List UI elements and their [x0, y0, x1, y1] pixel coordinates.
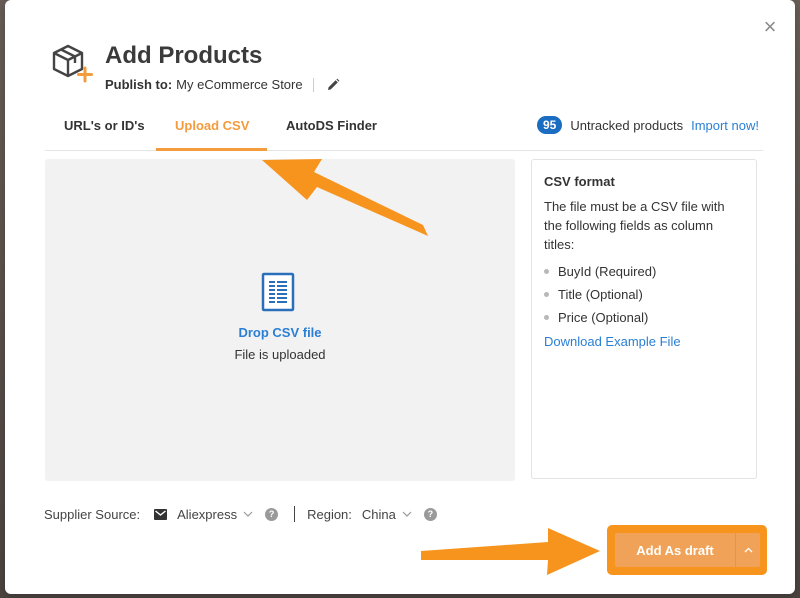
active-tab-indicator	[156, 148, 267, 151]
add-as-draft-group: Add As draft	[609, 527, 765, 573]
supplier-footer: Supplier Source: Aliexpress ? Region: Ch…	[44, 506, 437, 522]
csv-drop-zone[interactable]: Drop CSV file File is uploaded	[45, 159, 515, 481]
close-icon[interactable]: ×	[759, 16, 781, 38]
tab-autods-finder[interactable]: AutoDS Finder	[286, 118, 377, 133]
list-item: Title (Optional)	[544, 283, 744, 306]
tab-urls-or-ids[interactable]: URL's or ID's	[64, 118, 145, 133]
download-example-link[interactable]: Download Example File	[544, 334, 744, 349]
divider	[312, 77, 314, 92]
divider	[294, 506, 296, 522]
help-icon[interactable]: ?	[423, 507, 437, 521]
chevron-down-icon	[243, 511, 253, 517]
pencil-icon[interactable]	[326, 78, 340, 92]
bullet-icon	[544, 292, 549, 297]
list-item: Price (Optional)	[544, 306, 744, 329]
chevron-up-icon[interactable]	[736, 533, 760, 567]
untracked-count-badge: 95	[536, 116, 563, 134]
supplier-label: Supplier Source:	[44, 506, 141, 522]
untracked-products: 95 Untracked products Import now!	[536, 116, 759, 134]
add-as-draft-button[interactable]: Add As draft	[615, 533, 735, 567]
publish-to: Publish to: My eCommerce Store	[105, 77, 340, 92]
upload-status: File is uploaded	[234, 347, 326, 362]
publish-label: Publish to:	[105, 77, 173, 92]
csv-file-icon	[261, 272, 295, 312]
page-title: Add Products	[105, 42, 263, 69]
field-label: Price (Optional)	[558, 310, 649, 325]
field-label: Title (Optional)	[558, 287, 643, 302]
mail-icon	[154, 508, 168, 520]
box-plus-icon	[52, 44, 93, 83]
chevron-down-icon	[402, 511, 412, 517]
supplier-dropdown[interactable]: Aliexpress	[177, 507, 253, 522]
bullet-icon	[544, 315, 549, 320]
publish-store[interactable]: My eCommerce Store	[176, 77, 302, 92]
csv-format-panel: CSV format The file must be a CSV file w…	[531, 159, 757, 479]
untracked-label: Untracked products	[570, 117, 684, 133]
supplier-value: Aliexpress	[177, 506, 238, 522]
csv-format-description: The file must be a CSV file with the fol…	[544, 199, 725, 252]
add-products-modal: × Add Products Publish to: My eCommerce …	[5, 0, 795, 594]
help-icon[interactable]: ?	[265, 507, 279, 521]
region-value: China	[361, 506, 396, 522]
region-dropdown[interactable]: China	[362, 507, 412, 522]
csv-field-list: BuyId (Required) Title (Optional) Price …	[544, 260, 744, 329]
list-item: BuyId (Required)	[544, 260, 744, 283]
tab-upload-csv[interactable]: Upload CSV	[175, 118, 249, 133]
region-label: Region:	[307, 506, 352, 522]
field-label: BuyId (Required)	[558, 264, 657, 279]
csv-format-title: CSV format	[544, 174, 615, 189]
bullet-icon	[544, 269, 549, 274]
import-now-link[interactable]: Import now!	[691, 118, 759, 133]
drop-csv-label: Drop CSV file	[238, 325, 322, 340]
